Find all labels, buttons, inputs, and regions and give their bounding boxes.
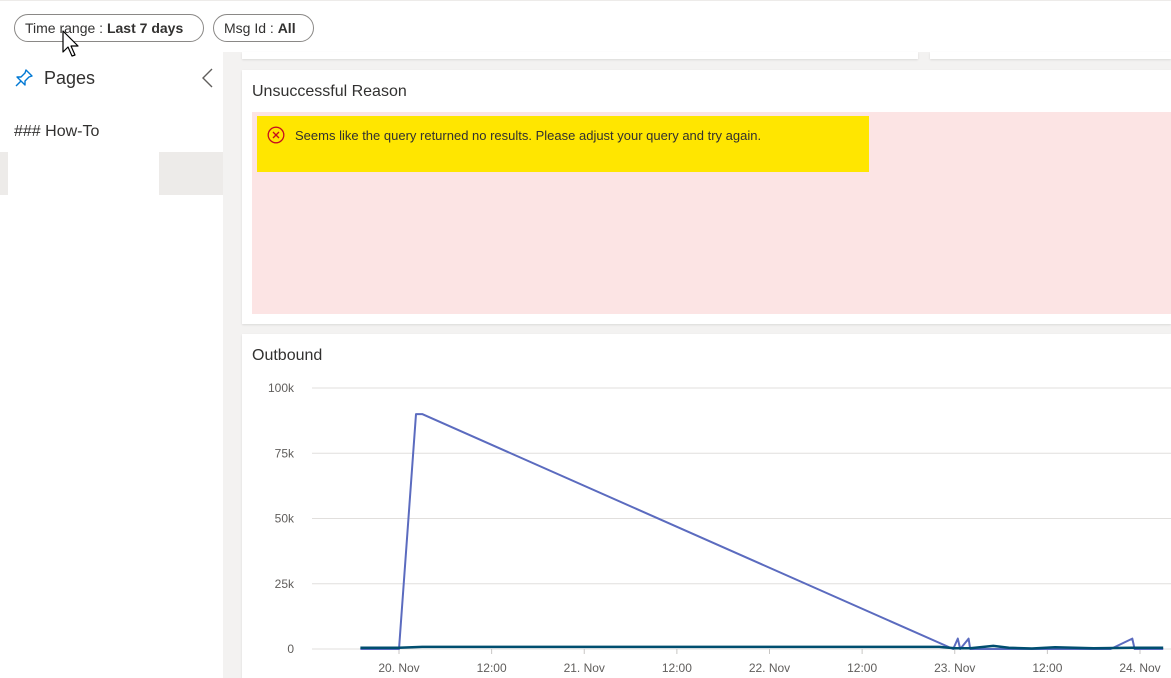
sidebar-selected-item-body xyxy=(8,152,159,195)
y-tick-label: 100k xyxy=(268,381,295,395)
chevron-left-icon[interactable] xyxy=(200,67,216,89)
x-tick-label: 23. Nov xyxy=(934,661,975,675)
tile-partial-right xyxy=(930,52,1171,59)
y-tick-label: 75k xyxy=(275,446,295,460)
x-tick-label: 12:00 xyxy=(662,661,692,675)
time-range-filter[interactable]: Time range : Last 7 days xyxy=(14,14,204,42)
unsuccessful-reason-title: Unsuccessful Reason xyxy=(252,83,407,100)
pin-icon[interactable] xyxy=(14,68,34,88)
error-banner: Seems like the query returned no results… xyxy=(257,116,869,172)
x-tick-label: 12:00 xyxy=(477,661,507,675)
msg-id-filter[interactable]: Msg Id : All xyxy=(213,14,314,42)
error-circle-icon xyxy=(267,126,285,144)
pages-title: Pages xyxy=(44,68,96,88)
msg-id-value: All xyxy=(277,20,296,36)
x-tick-label: 21. Nov xyxy=(564,661,605,675)
y-tick-label: 25k xyxy=(275,577,295,591)
unsuccessful-reason-tile: Unsuccessful Reason Seems like the query… xyxy=(242,70,1171,324)
series-line-2[interactable] xyxy=(360,644,1164,650)
mouse-cursor-icon xyxy=(62,30,79,57)
series-line-1[interactable] xyxy=(360,413,1164,650)
outbound-chart: 100k 75k 50k 25k 0 20. Nov 12:00 21. Nov 12:00 22… xyxy=(268,381,1171,675)
sidebar-selected-item[interactable] xyxy=(0,152,223,195)
x-tick-label: 22. Nov xyxy=(749,661,790,675)
outbound-tile: Outbound 100k 75k 50k 25k 0 20. Nov 12:00 21. N… xyxy=(242,334,1171,678)
x-tick-label: 12:00 xyxy=(1032,661,1062,675)
y-tick-label: 50k xyxy=(275,512,295,526)
y-tick-label: 0 xyxy=(287,642,294,656)
pages-header: Pages xyxy=(14,66,214,92)
sidebar-item-how-to[interactable]: ### How-To xyxy=(14,122,99,142)
x-tick-label: 24. Nov xyxy=(1119,661,1160,675)
x-tick-label: 20. Nov xyxy=(378,661,419,675)
pages-sidebar: Pages ### How-To xyxy=(0,52,223,678)
tile-partial-left xyxy=(242,52,918,59)
error-message: Seems like the query returned no results… xyxy=(295,128,762,143)
msg-id-label: Msg Id : xyxy=(224,20,278,36)
error-area: Seems like the query returned no results… xyxy=(252,112,1171,314)
time-range-value: Last 7 days xyxy=(106,20,184,36)
filter-bar: Time range : Last 7 days Msg Id : All xyxy=(0,0,1171,52)
x-tick-label: 12:00 xyxy=(847,661,877,675)
outbound-title: Outbound xyxy=(252,347,323,364)
